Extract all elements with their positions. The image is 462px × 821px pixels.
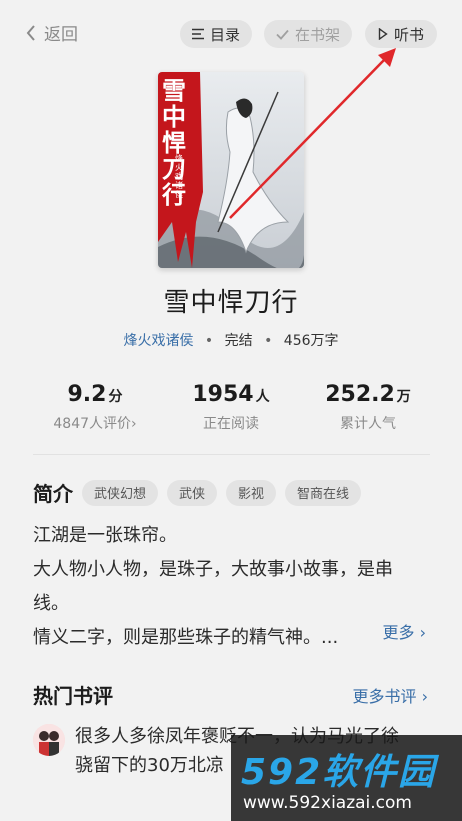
back-label: 返回 xyxy=(44,25,78,45)
rating-value: 9.2 xyxy=(67,382,107,407)
readers-unit: 人 xyxy=(255,389,270,405)
popularity-stat: 252.2 万 累计人气 xyxy=(298,382,438,433)
popularity-unit: 万 xyxy=(396,389,411,405)
listen-label: 听书 xyxy=(393,25,424,44)
genre-tag[interactable]: 影视 xyxy=(226,479,277,506)
toc-label: 目录 xyxy=(209,25,240,44)
book-cover[interactable]: 雪中悍刀行 烽火戏诸侯 xyxy=(158,72,304,268)
intro-header: 简介 武侠幻想 武侠 影视 智商在线 xyxy=(33,478,362,507)
back-button[interactable]: 返回 xyxy=(26,20,78,45)
hot-reviews-heading: 热门书评 xyxy=(33,684,113,708)
separator-dot: • xyxy=(204,333,214,349)
list-icon xyxy=(191,28,204,40)
separator-dot: • xyxy=(264,333,273,349)
readers-label: 正在阅读 xyxy=(203,416,259,432)
top-bar: 返回 目录 在书架 听书 xyxy=(0,18,462,50)
watermark-url: www.592xiazai.com xyxy=(243,793,412,813)
intro-more-link[interactable]: 更多 › xyxy=(383,619,427,643)
rating-stat[interactable]: 9.2 分 4847人评价› xyxy=(25,382,165,433)
book-meta: 烽火戏诸侯 • 完结 • 456万字 xyxy=(0,330,462,350)
divider xyxy=(33,454,430,455)
status-text: 完结 xyxy=(224,333,253,349)
hot-reviews-header: 热门书评 更多书评 › xyxy=(33,680,428,709)
couple-avatar-icon xyxy=(33,724,65,756)
chevron-right-icon: › xyxy=(131,416,137,432)
intro-line: 大人物小人物，是珠子，大故事小故事，是串 xyxy=(33,559,393,580)
watermark-logo: 592软件园 www.592xiazai.com xyxy=(231,735,462,821)
play-icon xyxy=(378,28,388,40)
avatar[interactable] xyxy=(33,724,65,756)
on-shelf-button[interactable]: 在书架 xyxy=(264,20,352,48)
readers-value: 1954 xyxy=(192,382,254,407)
popularity-label: 累计人气 xyxy=(340,416,396,432)
chevron-left-icon xyxy=(26,24,35,41)
listen-button[interactable]: 听书 xyxy=(365,20,437,48)
intro-line: 线。 xyxy=(33,593,69,614)
readers-stat: 1954 人 正在阅读 xyxy=(161,382,301,433)
check-icon xyxy=(276,29,289,40)
genre-tag[interactable]: 武侠幻想 xyxy=(82,479,159,506)
intro-text: 江湖是一张珠帘。 大人物小人物，是珠子，大故事小故事，是串 线。 情义二字，则是… xyxy=(33,519,433,655)
book-title: 雪中悍刀行 xyxy=(163,288,299,318)
on-shelf-label: 在书架 xyxy=(294,25,340,44)
genre-tag[interactable]: 武侠 xyxy=(167,479,218,506)
toc-button[interactable]: 目录 xyxy=(180,20,252,48)
cover-author: 烽火戏诸侯 xyxy=(175,154,183,199)
word-count: 456万字 xyxy=(283,333,339,349)
intro-line: 江湖是一张珠帘。 xyxy=(33,525,177,546)
more-reviews-link[interactable]: 更多书评 › xyxy=(353,683,429,707)
intro-heading: 简介 xyxy=(33,482,73,506)
author-link[interactable]: 烽火戏诸侯 xyxy=(123,333,193,349)
genre-tag[interactable]: 智商在线 xyxy=(285,479,362,506)
intro-line: 情义二字，则是那些珠子的精气神。... xyxy=(33,627,339,648)
rating-count: 4847人评价 xyxy=(53,416,132,432)
watermark-title: 592软件园 xyxy=(241,752,437,793)
popularity-value: 252.2 xyxy=(325,382,395,407)
rating-unit: 分 xyxy=(108,389,123,405)
